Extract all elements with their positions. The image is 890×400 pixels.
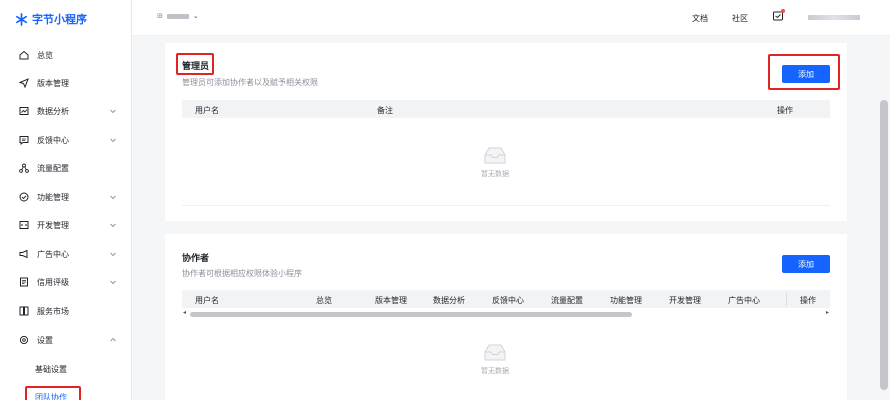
sidebar-item-label: 信用评级	[37, 277, 69, 287]
app-logo[interactable]: 字节小程序	[15, 11, 87, 27]
chevron-down-icon	[109, 278, 117, 286]
chevron-down-icon	[109, 107, 117, 115]
col-overview: 总览	[316, 296, 332, 305]
empty-box-icon	[484, 344, 506, 361]
logo-icon	[16, 12, 27, 26]
share-icon	[19, 163, 29, 173]
app-name-redacted	[166, 13, 189, 19]
scroll-right-icon[interactable]: ▸	[826, 309, 829, 316]
message-icon	[19, 135, 29, 145]
sidebar-item-traffic[interactable]: 流量配置	[0, 157, 132, 179]
sidebar-item-label: 反馈中心	[37, 135, 69, 145]
chart-icon	[19, 106, 29, 116]
col-feedback: 反馈中心	[492, 296, 524, 305]
sidebar-item-version[interactable]: 版本管理	[0, 72, 132, 94]
grid-icon: ⊞	[157, 12, 163, 20]
highlight-admin-title	[176, 53, 214, 75]
sidebar-item-label: 流量配置	[37, 163, 69, 173]
add-collaborator-button[interactable]: 添加	[782, 255, 830, 273]
empty-text: 暂无数据	[481, 367, 509, 375]
highlight-add-button	[768, 54, 840, 90]
user-menu-redacted[interactable]	[808, 15, 860, 20]
send-icon	[19, 78, 29, 88]
gear-icon	[19, 335, 29, 345]
col-dev: 开发管理	[669, 296, 701, 305]
col-version: 版本管理	[375, 296, 407, 305]
collab-table-header: 用户名 总览 版本管理 数据分析 反馈中心 流量配置 功能管理 开发管理 广告中…	[182, 290, 830, 308]
chevron-down-icon	[109, 193, 117, 201]
sidebar-item-analytics[interactable]: 数据分析	[0, 100, 132, 122]
sidebar-item-label: 总览	[37, 50, 53, 60]
col-traffic: 流量配置	[551, 296, 583, 305]
chevron-down-icon: ⌄	[192, 12, 199, 20]
clipboard-icon	[19, 277, 29, 287]
table-divider	[182, 205, 830, 206]
collab-empty-state: 暂无数据	[481, 342, 509, 376]
col-actions: 操作	[777, 106, 793, 115]
sidebar-item-dev[interactable]: 开发管理	[0, 214, 132, 236]
sidebar-item-features[interactable]: 功能管理	[0, 186, 132, 208]
app-name: 字节小程序	[32, 13, 87, 26]
sidebar-item-credit[interactable]: 信用评级	[0, 271, 132, 293]
collab-card: 协作者 协作者可根据相应权限体验小程序 添加 用户名 总览 版本管理 数据分析 …	[165, 234, 847, 400]
chevron-down-icon	[109, 250, 117, 258]
community-link[interactable]: 社区	[732, 13, 748, 24]
empty-box-icon	[484, 147, 506, 164]
scroll-thumb[interactable]	[190, 312, 632, 317]
sidebar-item-overview[interactable]: 总览	[0, 44, 132, 66]
sidebar-item-label: 功能管理	[37, 192, 69, 202]
docs-link[interactable]: 文档	[692, 13, 708, 24]
topbar: ⊞ ⌄ 文档 社区	[132, 0, 890, 36]
chevron-down-icon	[109, 221, 117, 229]
column-separator	[786, 292, 787, 306]
page-scrollbar-thumb[interactable]	[880, 100, 888, 390]
sidebar-item-label: 广告中心	[37, 249, 69, 259]
sidebar-item-label: 服务市场	[37, 306, 69, 316]
sidebar-item-settings[interactable]: 设置	[0, 329, 132, 351]
notification-dot	[781, 9, 785, 13]
app-switcher[interactable]: ⊞ ⌄	[157, 12, 199, 20]
sidebar: 字节小程序 总览 版本管理 数据分析 反馈中心 流量配置 功能管理 开发管理 广…	[0, 0, 132, 400]
col-remark: 备注	[377, 106, 393, 115]
sidebar-item-label: 数据分析	[37, 106, 69, 116]
sidebar-subitem-basic-settings[interactable]: 基础设置	[35, 361, 67, 377]
code-icon	[19, 220, 29, 230]
sidebar-item-ads[interactable]: 广告中心	[0, 243, 132, 265]
settings-circle-icon	[19, 192, 29, 202]
sidebar-item-label: 开发管理	[37, 220, 69, 230]
empty-text: 暂无数据	[481, 170, 509, 178]
sidebar-item-label: 设置	[37, 335, 53, 345]
admin-card: 管理员 管理员可添加协作者以及赋予相关权限 添加 用户名 备注 操作 暂无数据	[165, 43, 847, 221]
col-username: 用户名	[195, 296, 219, 305]
megaphone-icon	[19, 249, 29, 259]
home-icon	[19, 50, 29, 60]
col-features: 功能管理	[610, 296, 642, 305]
sidebar-item-label: 版本管理	[37, 78, 69, 88]
admin-empty-state: 暂无数据	[481, 145, 509, 179]
chevron-up-icon	[109, 336, 117, 344]
collab-desc: 协作者可根据相应权限体验小程序	[182, 269, 302, 278]
subitem-label: 基础设置	[35, 364, 67, 374]
sidebar-item-feedback[interactable]: 反馈中心	[0, 129, 132, 151]
highlight-team	[25, 386, 81, 400]
chevron-down-icon	[109, 136, 117, 144]
sidebar-item-market[interactable]: 服务市场	[0, 300, 132, 322]
table-horizontal-scrollbar[interactable]: ◂ ▸	[182, 309, 830, 317]
col-ads: 广告中心	[728, 296, 760, 305]
admin-table-header: 用户名 备注 操作	[182, 100, 830, 118]
col-actions: 操作	[800, 296, 816, 305]
collab-title: 协作者	[182, 254, 210, 264]
col-analytics: 数据分析	[433, 296, 465, 305]
scroll-left-icon[interactable]: ◂	[183, 309, 186, 316]
store-icon	[19, 306, 29, 316]
col-username: 用户名	[195, 106, 219, 115]
notification-icon[interactable]	[772, 9, 785, 22]
admin-desc: 管理员可添加协作者以及赋予相关权限	[182, 78, 318, 87]
